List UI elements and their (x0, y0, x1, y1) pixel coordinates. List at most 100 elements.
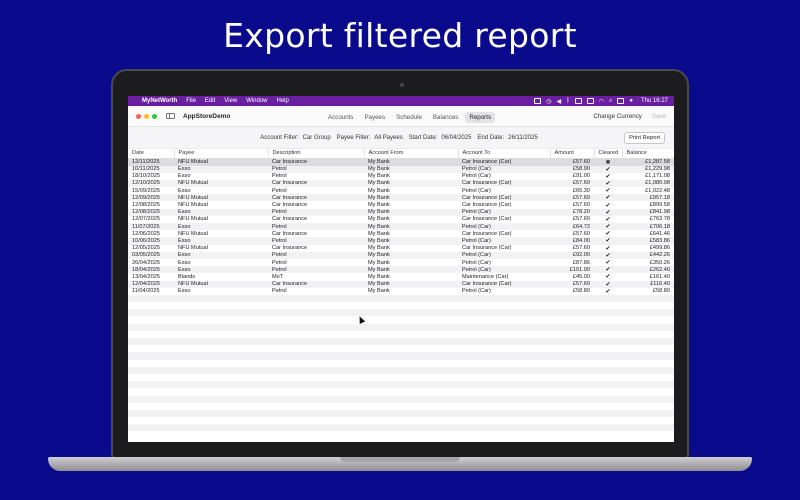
cell-date: 12/08/2025 (128, 208, 174, 216)
tab-balances[interactable]: Balances (429, 112, 462, 123)
table-row[interactable]: 12/10/2025 NFU Mutual Car Insurance My Bank… (128, 179, 674, 188)
status-app-icon[interactable] (534, 98, 542, 104)
table-row[interactable]: 12/06/2025 NFU Mutual Car Insurance My Bank… (128, 230, 674, 238)
table-row[interactable]: 26/04/2025 Esso Petrol My Bank Petrol (Car) £… (128, 259, 674, 267)
column-header-payee[interactable]: Payee (174, 149, 269, 159)
table-row[interactable]: 11/07/2025 Esso Petrol My Bank Petrol (Car) £… (128, 223, 674, 231)
report-filters: Account Filter: Car Group Payee Filter: … (128, 127, 674, 149)
cell-balance: £841.98 (622, 208, 674, 216)
cell-date: 12/08/2025 (132, 202, 160, 209)
table-row[interactable]: 10/11/2025 Esso Petrol My Bank Petrol (Car) £… (128, 165, 674, 173)
battery-icon[interactable] (586, 98, 594, 104)
tab-payees[interactable]: Payees (360, 112, 389, 123)
cell-balance: £1,287.58 (622, 158, 674, 166)
cell-cleared: ✔ (594, 237, 622, 245)
empty-row (128, 345, 674, 352)
change-currency-button[interactable]: Change Currency (593, 113, 642, 120)
table-row[interactable]: 12/04/2025 NFU Mutual Car Insurance My Bank… (128, 280, 674, 288)
table-row[interactable]: 18/04/2025 Esso Petrol My Bank Petrol (Car) £… (128, 266, 674, 274)
control-center-icon[interactable] (617, 98, 625, 104)
cell-amount: £65.30 (572, 187, 590, 194)
siri-icon[interactable]: ● (629, 98, 633, 104)
cell-account-to: Petrol (Car) (458, 165, 550, 173)
menu-window[interactable]: Window (246, 98, 267, 104)
tab-accounts[interactable]: Accounts (324, 112, 357, 123)
table-row[interactable]: 03/05/2025 Esso Petrol My Bank Petrol (Car) £… (128, 251, 674, 259)
keyboard-icon[interactable] (574, 98, 582, 104)
table-row[interactable]: 12/08/2025 Esso Petrol My Bank Petrol (Car) £… (128, 208, 674, 216)
cell-amount: £57.60 (572, 245, 590, 252)
column-header-date[interactable]: Date (128, 149, 175, 159)
save-button[interactable]: Save (652, 113, 666, 120)
empty-row (128, 338, 674, 346)
print-report-button[interactable]: Print Report (624, 132, 665, 144)
table-row[interactable]: 12/09/2025 NFU Mutual Car Insurance My Bank… (128, 194, 674, 202)
cell-amount: £78.20 (550, 208, 594, 216)
empty-row (128, 381, 674, 389)
menu-file[interactable]: File (186, 98, 196, 104)
cell-description: Petrol (268, 237, 364, 245)
table-row[interactable]: 13/04/2025 Blands MoT My Bank Maintenance (C… (128, 273, 674, 281)
table-row[interactable]: 15/09/2025 Esso Petrol My Bank Petrol (Car) £… (128, 187, 674, 195)
empty-row (128, 323, 674, 331)
cell-amount: £92.00 (550, 251, 594, 259)
zoom-button[interactable] (152, 113, 157, 119)
close-button[interactable] (136, 113, 141, 119)
payee-filter-value[interactable]: All Payees (374, 135, 402, 141)
column-header-account-to[interactable]: Account To (458, 149, 551, 159)
cell-cleared: ✔ (594, 208, 622, 216)
sidebar-toggle-icon[interactable] (166, 113, 175, 119)
column-header-balance[interactable]: Balance (622, 149, 674, 159)
payee-filter-label: Payee Filter: (336, 134, 371, 141)
minimize-button[interactable] (144, 113, 149, 119)
cell-cleared: ✔ (605, 231, 611, 238)
cell-description: Petrol (268, 223, 364, 231)
cell-amount: £58.80 (572, 288, 590, 295)
laptop-base (48, 457, 752, 471)
cell-amount: £64.72 (550, 223, 594, 231)
table-row[interactable]: 12/05/2025 NFU Mutual Car Insurance My Bank… (128, 245, 674, 252)
volume-icon[interactable]: ◀ (556, 98, 561, 105)
column-header-account-from[interactable]: Account From (364, 149, 459, 159)
table-row[interactable]: 12/08/2025 NFU Mutual Car Insurance My Bank… (128, 201, 674, 209)
cell-date: 12/06/2025 (132, 230, 160, 237)
column-header-description[interactable]: Description (268, 149, 365, 159)
cell-balance: £1,171.08 (645, 173, 670, 180)
column-header-amount[interactable]: Amount (550, 149, 595, 159)
cell-payee: Esso (178, 173, 191, 180)
menu-app-name[interactable]: MyNetWorth (142, 98, 177, 104)
cell-payee: NFU Mutual (178, 245, 208, 252)
tab-schedule[interactable]: Schedule (392, 112, 426, 123)
table-row[interactable]: 10/06/2025 Esso Petrol My Bank Petrol (Car) £… (128, 237, 674, 245)
bluetooth-icon[interactable]: ᛒ (566, 98, 570, 104)
empty-row (128, 316, 674, 323)
cell-payee: Esso (174, 251, 268, 259)
cell-account-from: My Bank (368, 230, 390, 237)
cell-account-to: Petrol (Car) (458, 237, 550, 245)
table-row[interactable]: 12/11/2025 NFU Mutual Car Insurance My Bank… (128, 158, 674, 166)
cell-balance: £350.26 (649, 259, 670, 266)
table-row[interactable]: 18/10/2025 Esso Petrol My Bank Petrol (Car) £… (128, 173, 674, 180)
cell-account-to: Car Insurance (Car) (458, 158, 550, 166)
account-filter-value[interactable]: Car Group (303, 135, 331, 141)
end-date-value[interactable]: 26/11/2025 (508, 135, 538, 141)
tab-reports[interactable]: Reports (465, 112, 496, 123)
column-header-cleared[interactable]: Cleared (594, 149, 623, 159)
traffic-lights (136, 113, 157, 119)
spotlight-icon[interactable]: ⌕ (609, 98, 612, 105)
table-row[interactable]: 12/07/2025 NFU Mutual Car Insurance My Bank… (128, 216, 674, 223)
start-date-value[interactable]: 06/04/2025 (441, 135, 471, 141)
cell-amount: £57.60 (550, 280, 594, 288)
cell-cleared: ✔ (605, 288, 611, 295)
menu-edit[interactable]: Edit (205, 98, 215, 104)
table-row[interactable]: 11/04/2025 Esso Petrol My Bank Petrol (Car) £… (128, 288, 674, 295)
menu-view[interactable]: View (224, 98, 237, 104)
cell-cleared: ✔ (605, 245, 611, 252)
menu-clock[interactable]: Thu 16:27 (641, 98, 668, 104)
wifi-icon[interactable]: ◠ (599, 98, 604, 105)
cell-cleared: ✔ (594, 251, 622, 259)
menu-help[interactable]: Help (277, 98, 289, 104)
empty-row (128, 374, 674, 381)
clock-icon[interactable]: ◷ (546, 98, 551, 105)
cell-date: 12/09/2025 (128, 194, 174, 202)
